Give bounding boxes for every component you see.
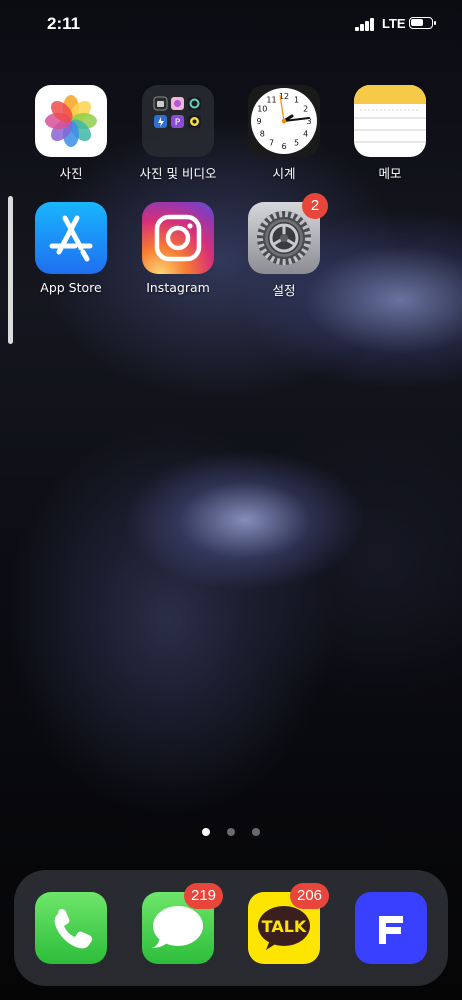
- clock-icon: 12 1 2 3 4 5 6 7 8 9 10 11: [248, 85, 320, 157]
- flex-icon: [355, 892, 427, 964]
- app-label: 시계: [272, 166, 296, 181]
- app-label: 사진: [59, 166, 83, 181]
- app-instagram[interactable]: Instagram: [128, 202, 228, 295]
- clock-numeral: 8: [260, 130, 265, 139]
- app-label: Instagram: [146, 280, 210, 295]
- app-notes[interactable]: 메모: [340, 85, 440, 182]
- battery-icon: [409, 17, 436, 29]
- folder-icon: P: [142, 85, 214, 157]
- signal-icon: [355, 18, 377, 31]
- app-clock[interactable]: 12 1 2 3 4 5 6 7 8 9 10 11 시계: [234, 85, 334, 182]
- app-label: 메모: [378, 166, 402, 181]
- app-settings[interactable]: 2 설정: [234, 193, 334, 299]
- dock-app-flex[interactable]: [341, 892, 441, 964]
- clock-numeral: 9: [256, 117, 261, 126]
- notification-badge: 206: [290, 883, 330, 909]
- photos-icon: [35, 85, 107, 157]
- svg-text:P: P: [175, 118, 181, 128]
- app-app-store[interactable]: App Store: [21, 202, 121, 295]
- status-time: 2:11: [47, 14, 81, 33]
- dock-app-messages[interactable]: 219: [128, 883, 228, 964]
- messages-icon: 219: [142, 883, 224, 964]
- notification-badge: 219: [184, 883, 224, 909]
- kakaotalk-icon-text: TALK: [262, 917, 307, 936]
- page-indicator[interactable]: [0, 821, 462, 836]
- page-dot-1[interactable]: [201, 828, 210, 836]
- app-label: 설정: [272, 283, 296, 298]
- notification-badge: 2: [302, 193, 328, 219]
- app-folder-photo-video[interactable]: P 사진 및 비디오: [128, 85, 228, 182]
- page-dot-3[interactable]: [252, 828, 261, 836]
- instagram-icon: [142, 202, 214, 274]
- dock-app-kakaotalk[interactable]: TALK 206: [234, 883, 334, 964]
- clock-numeral: 2: [303, 105, 308, 114]
- phone-icon: [35, 892, 107, 964]
- clock-numeral: 10: [257, 105, 267, 114]
- clock-numeral: 6: [281, 142, 286, 151]
- clock-numeral: 1: [294, 95, 299, 104]
- dock-app-phone[interactable]: [21, 892, 121, 964]
- app-label: 사진 및 비디오: [139, 166, 217, 181]
- app-label: App Store: [40, 280, 102, 295]
- settings-icon: 2: [248, 193, 328, 274]
- network-type: LTE: [382, 16, 406, 31]
- app-store-icon: [35, 202, 107, 274]
- status-bar: 2:11 LTE: [0, 0, 462, 50]
- dock: 219 TALK 206: [14, 870, 448, 986]
- kakaotalk-icon: TALK 206: [248, 883, 330, 964]
- app-photos[interactable]: 사진: [21, 85, 121, 182]
- scroll-indicator: [8, 196, 13, 344]
- notes-icon: [354, 85, 426, 157]
- clock-numeral: 5: [294, 139, 299, 148]
- clock-numeral: 7: [269, 139, 274, 148]
- page-dot-2[interactable]: [227, 828, 235, 836]
- clock-numeral: 4: [303, 130, 308, 139]
- clock-numeral: 11: [266, 95, 276, 104]
